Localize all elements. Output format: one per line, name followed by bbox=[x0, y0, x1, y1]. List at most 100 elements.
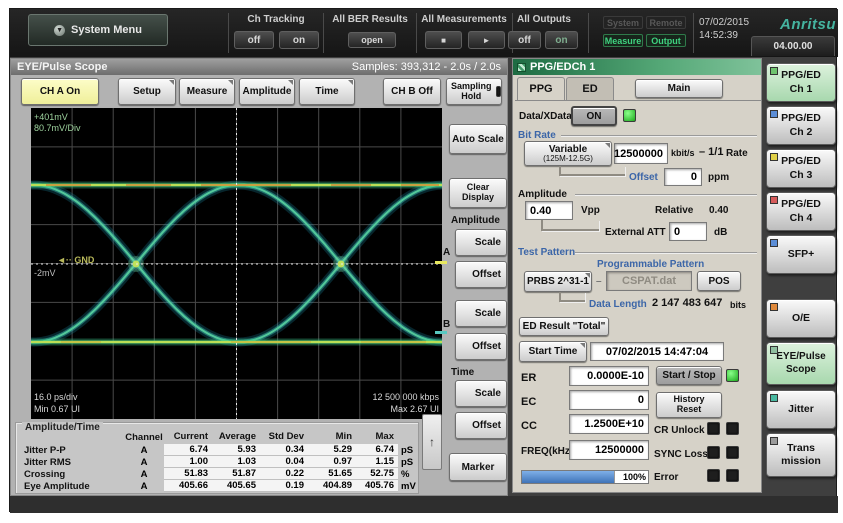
sampling-hold-button[interactable]: Sampling Hold bbox=[446, 78, 502, 105]
row-current: 1.00 bbox=[164, 456, 212, 468]
sidebar-item-oe[interactable]: O/E bbox=[766, 299, 836, 338]
main-button[interactable]: Main bbox=[635, 79, 723, 98]
table-row: Eye Amplitude A 405.66 405.65 0.19 404.8… bbox=[20, 480, 416, 492]
sidebar-item-label: PPG/ED Ch 3 bbox=[781, 155, 821, 181]
bit-rate-label: Bit Rate bbox=[518, 130, 556, 141]
ch-a-on-button[interactable]: CH A On bbox=[21, 78, 99, 105]
external-att-value[interactable]: 0 bbox=[669, 222, 707, 241]
sidebar-item-sfp[interactable]: SFP+ bbox=[766, 235, 836, 274]
header-current: Current bbox=[164, 431, 212, 443]
bit-rate-unit: kbit/s bbox=[671, 148, 695, 158]
offset-value[interactable]: 0 bbox=[664, 168, 702, 186]
sampling-hold-indicator bbox=[496, 86, 501, 97]
freq-label: FREQ(kHz) bbox=[521, 446, 573, 457]
channel-color-chip bbox=[770, 110, 778, 118]
tab-ppg[interactable]: PPG bbox=[517, 77, 565, 100]
time-scale-button[interactable]: Scale bbox=[455, 380, 507, 407]
table-scroll-up-button[interactable]: ↑ bbox=[422, 414, 442, 470]
amplitude-value[interactable]: 0.40 bbox=[525, 201, 573, 220]
data-xdata-led bbox=[623, 109, 636, 122]
system-indicator: System bbox=[603, 16, 643, 29]
scope-title: EYE/Pulse Scope bbox=[17, 61, 107, 73]
history-reset-button[interactable]: History Reset bbox=[656, 392, 722, 418]
system-menu-button[interactable]: ▼ System Menu bbox=[28, 14, 168, 46]
ed-result-total-button[interactable]: ED Result "Total" bbox=[519, 317, 609, 336]
channel-b-tick bbox=[435, 331, 447, 334]
channel-color-chip bbox=[770, 67, 778, 75]
setup-button[interactable]: Setup bbox=[118, 78, 176, 105]
all-measurements-stop-button[interactable]: ■ bbox=[425, 31, 462, 49]
all-ber-open-button[interactable]: open bbox=[348, 32, 396, 48]
amplitude-offset-a-button[interactable]: Offset bbox=[455, 261, 507, 288]
header-min: Min bbox=[308, 431, 356, 443]
all-outputs-off-button[interactable]: off bbox=[508, 31, 541, 49]
section-rule bbox=[561, 135, 757, 137]
sidebar-item-ppg-ed-ch4[interactable]: PPG/ED Ch 4 bbox=[766, 192, 836, 231]
scope-kbps-label: 12 500 000 kbps bbox=[372, 392, 439, 402]
row-channel: A bbox=[124, 469, 164, 480]
amplitude-scale-b-button[interactable]: Scale bbox=[455, 300, 507, 327]
clear-display-button[interactable]: Clear Display bbox=[449, 178, 507, 208]
divider bbox=[693, 13, 694, 53]
top-bar: ▼ System Menu Ch Tracking off on All BER… bbox=[10, 9, 838, 57]
tab-ed[interactable]: ED bbox=[566, 77, 614, 100]
sidebar-item-ppg-ed-ch3[interactable]: PPG/ED Ch 3 bbox=[766, 149, 836, 188]
row-unit: % bbox=[398, 469, 416, 480]
start-time-button[interactable]: Start Time bbox=[519, 341, 587, 362]
bit-rate-value[interactable]: 12500000 bbox=[614, 143, 668, 164]
amplitude-offset-b-button[interactable]: Offset bbox=[455, 333, 507, 360]
sidebar-item-eye-pulse-scope[interactable]: EYE/Pulse Scope bbox=[766, 342, 836, 385]
time-button[interactable]: Time bbox=[299, 78, 355, 105]
data-xdata-on-button[interactable]: ON bbox=[571, 106, 617, 126]
table-row: Crossing A 51.83 51.87 0.22 51.65 52.75 … bbox=[20, 468, 416, 480]
eye-pulse-scope-panel: EYE/Pulse Scope Samples: 393,312 - 2.0s … bbox=[10, 58, 508, 496]
header-average: Average bbox=[212, 431, 260, 443]
data-xdata-label: Data/XData bbox=[519, 111, 572, 122]
amplitude-button[interactable]: Amplitude bbox=[239, 78, 295, 105]
time-group-label: Time bbox=[451, 367, 474, 378]
sidebar-item-transmission[interactable]: Trans mission bbox=[766, 433, 836, 477]
auto-scale-button[interactable]: Auto Scale bbox=[449, 124, 507, 154]
samples-status: Samples: 393,312 - 2.0s / 2.0s bbox=[352, 61, 501, 73]
variable-range: (125M-12.5G) bbox=[543, 155, 593, 164]
marker-button[interactable]: Marker bbox=[449, 453, 507, 481]
divider bbox=[323, 13, 324, 53]
pattern-dash: – bbox=[596, 276, 602, 287]
sidebar-item-ppg-ed-ch2[interactable]: PPG/ED Ch 2 bbox=[766, 106, 836, 145]
sidebar-item-label: PPG/ED Ch 1 bbox=[781, 69, 821, 95]
ch-b-off-button[interactable]: CH B Off bbox=[383, 78, 441, 105]
ch-tracking-off-button[interactable]: off bbox=[234, 31, 274, 49]
prbs-pattern-button[interactable]: PRBS 2^31-1 bbox=[524, 271, 592, 292]
row-current: 405.66 bbox=[164, 480, 212, 492]
measure-button[interactable]: Measure bbox=[179, 78, 235, 105]
measurement-progress-bar: 100% bbox=[521, 470, 649, 484]
table-header-row: Channel Current Average Std Dev Min Max bbox=[20, 431, 416, 443]
data-length-connector bbox=[559, 292, 585, 302]
cr-unlock-led-1 bbox=[707, 422, 720, 435]
sync-loss-led-2 bbox=[726, 446, 739, 459]
progress-fill bbox=[522, 471, 614, 483]
start-stop-button[interactable]: Start / Stop bbox=[656, 366, 722, 385]
sidebar-item-jitter[interactable]: Jitter bbox=[766, 390, 836, 429]
channel-color-chip bbox=[770, 437, 778, 445]
row-name: Crossing bbox=[20, 469, 124, 480]
external-att-unit: dB bbox=[714, 227, 727, 238]
amplitude-scale-a-button[interactable]: Scale bbox=[455, 229, 507, 256]
er-value: 0.0000E-10 bbox=[569, 366, 649, 386]
all-outputs-on-button[interactable]: on bbox=[545, 31, 578, 49]
row-stddev: 0.34 bbox=[260, 444, 308, 456]
sidebar-item-label: Trans mission bbox=[781, 442, 821, 468]
progress-label: 100% bbox=[614, 471, 648, 483]
channel-color-chip bbox=[770, 196, 778, 204]
pos-button[interactable]: POS bbox=[697, 271, 741, 291]
bit-rate-variable-button[interactable]: Variable (125M-12.5G) bbox=[524, 141, 612, 166]
time-offset-button[interactable]: Offset bbox=[455, 412, 507, 439]
all-measurements-start-button[interactable]: ► bbox=[468, 31, 505, 49]
divider bbox=[588, 13, 589, 53]
row-unit: pS bbox=[398, 445, 416, 456]
ch-tracking-on-button[interactable]: on bbox=[279, 31, 319, 49]
sidebar-item-ppg-ed-ch1[interactable]: PPG/ED Ch 1 bbox=[766, 63, 836, 102]
channel-color-chip bbox=[770, 153, 778, 161]
cr-unlock-label: CR Unlock bbox=[654, 425, 705, 436]
row-channel: A bbox=[124, 445, 164, 456]
